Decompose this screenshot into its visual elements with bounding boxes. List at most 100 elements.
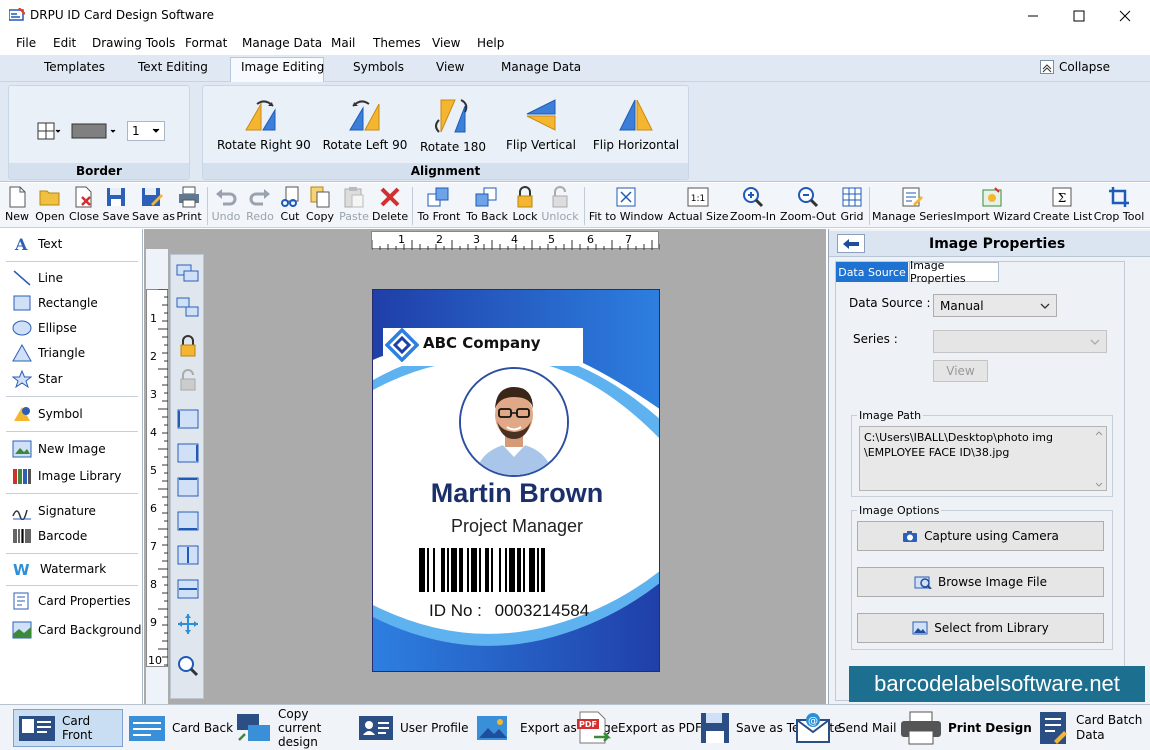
unlock-button[interactable]: Unlock [541, 186, 579, 223]
menu-file[interactable]: File [16, 36, 36, 50]
card-back-button[interactable]: Card Back [128, 709, 233, 747]
import-wizard-button[interactable]: Import Wizard [953, 186, 1031, 223]
save-as-button[interactable]: Save as [132, 186, 175, 223]
cut-button[interactable]: Cut [278, 186, 302, 223]
data-source-dropdown[interactable]: Manual [933, 294, 1057, 317]
tool-card-background[interactable]: Card Background [12, 621, 141, 639]
align-right-icon[interactable] [177, 443, 199, 463]
group-icon[interactable] [176, 263, 200, 283]
select-library-button[interactable]: Select from Library [857, 613, 1104, 643]
center-horizontal-icon[interactable] [177, 545, 199, 565]
tool-image-library[interactable]: Image Library [12, 467, 121, 485]
menu-help[interactable]: Help [477, 36, 504, 50]
employee-barcode[interactable] [419, 548, 615, 592]
tool-triangle[interactable]: Triangle [12, 344, 85, 362]
redo-button[interactable]: Redo [245, 186, 275, 223]
image-path-textbox[interactable]: C:\Users\IBALL\Desktop\photo img \EMPLOY… [859, 426, 1107, 491]
tool-new-image[interactable]: New Image [12, 440, 106, 458]
undo-button[interactable]: Undo [210, 186, 242, 223]
menu-manage-data[interactable]: Manage Data [242, 36, 322, 50]
tab-image-editing[interactable]: Image Editing [241, 60, 324, 74]
menu-edit[interactable]: Edit [53, 36, 76, 50]
menu-format[interactable]: Format [185, 36, 227, 50]
back-button[interactable] [837, 234, 865, 253]
close-window-button[interactable] [1102, 0, 1148, 31]
tool-symbol[interactable]: Symbol [12, 405, 83, 423]
tool-barcode[interactable]: Barcode [12, 527, 87, 545]
tool-text[interactable]: A Text [12, 235, 62, 253]
fit-to-window-button[interactable]: Fit to Window [587, 186, 665, 223]
border-width-dropdown[interactable]: 1 [127, 121, 165, 141]
print-button[interactable]: Print [175, 186, 203, 223]
border-color-dropdown[interactable] [71, 122, 119, 140]
tool-card-properties[interactable]: Card Properties [12, 592, 131, 610]
tab-symbols[interactable]: Symbols [353, 60, 404, 74]
export-pdf-button[interactable]: PDF Export as PDF [576, 709, 702, 747]
print-design-button[interactable]: Print Design [900, 709, 1032, 747]
lock-object-icon[interactable] [178, 335, 198, 357]
border-style-dropdown[interactable] [37, 122, 61, 140]
employee-name[interactable]: Martin Brown [373, 478, 659, 509]
zoom-in-button[interactable]: Zoom-In [730, 186, 776, 223]
magnifier-icon[interactable] [177, 655, 199, 677]
save-button[interactable]: Save [102, 186, 130, 223]
rotate-180-button[interactable]: Rotate 180 [413, 98, 493, 154]
flip-horizontal-button[interactable]: Flip Horizontal [587, 98, 685, 152]
ungroup-icon[interactable] [176, 297, 200, 317]
user-profile-button[interactable]: User Profile [358, 709, 468, 747]
tool-watermark[interactable]: W Watermark [12, 560, 106, 578]
new-button[interactable]: New [4, 186, 30, 223]
lock-button[interactable]: Lock [511, 186, 539, 223]
move-icon[interactable] [177, 613, 199, 635]
align-left-icon[interactable] [177, 409, 199, 429]
to-front-button[interactable]: To Front [416, 186, 462, 223]
tool-signature[interactable]: Signature [12, 502, 96, 520]
menu-drawing-tools[interactable]: Drawing Tools [92, 36, 175, 50]
maximize-button[interactable] [1056, 0, 1102, 31]
browse-image-button[interactable]: Browse Image File [857, 567, 1104, 597]
tab-image-properties[interactable]: Image Properties [909, 259, 999, 285]
crop-tool-button[interactable]: Crop Tool [1092, 186, 1146, 223]
capture-camera-button[interactable]: Capture using Camera [857, 521, 1104, 551]
card-front-button[interactable]: Card Front [13, 709, 123, 747]
menu-view[interactable]: View [432, 36, 460, 50]
menu-mail[interactable]: Mail [331, 36, 355, 50]
collapse-button[interactable]: Collapse [1040, 60, 1110, 74]
tool-rectangle[interactable]: Rectangle [12, 294, 98, 312]
card-batch-data-button[interactable]: Card Batch Data [1038, 709, 1150, 747]
minimize-button[interactable] [1010, 0, 1056, 31]
create-list-button[interactable]: Σ Create List [1033, 186, 1092, 223]
tab-data-source[interactable]: Data Source [836, 262, 908, 282]
send-mail-button[interactable]: @ Send Mail [796, 709, 896, 747]
series-dropdown[interactable] [933, 330, 1107, 353]
open-button[interactable]: Open [34, 186, 66, 223]
id-card-preview[interactable]: ABC Company Martin Brown Project Manager… [372, 289, 660, 672]
delete-button[interactable]: Delete [372, 186, 408, 223]
center-vertical-icon[interactable] [177, 579, 199, 599]
tab-templates[interactable]: Templates [44, 60, 105, 74]
view-button[interactable]: View [933, 360, 988, 382]
tab-text-editing[interactable]: Text Editing [138, 60, 208, 74]
actual-size-button[interactable]: 1:1 Actual Size [668, 186, 729, 223]
flip-vertical-button[interactable]: Flip Vertical [501, 98, 581, 152]
rotate-left-90-button[interactable]: Rotate Left 90 [321, 98, 409, 152]
zoom-out-button[interactable]: Zoom-Out [779, 186, 837, 223]
manage-series-button[interactable]: Manage Series [872, 186, 953, 223]
employee-photo[interactable] [459, 367, 569, 477]
close-button[interactable]: Close [68, 186, 100, 223]
grid-button[interactable]: Grid [838, 186, 866, 223]
unlock-object-icon[interactable] [178, 369, 198, 391]
paste-button[interactable]: Paste [337, 186, 371, 223]
scrollbar-icon[interactable] [1094, 429, 1104, 489]
align-top-icon[interactable] [177, 477, 199, 497]
align-bottom-icon[interactable] [177, 511, 199, 531]
to-back-button[interactable]: To Back [465, 186, 509, 223]
tool-ellipse[interactable]: Ellipse [12, 319, 77, 337]
employee-role[interactable]: Project Manager [373, 516, 659, 537]
tool-line[interactable]: Line [12, 269, 63, 287]
tab-view[interactable]: View [436, 60, 464, 74]
design-canvas-area[interactable]: 1 2 3 4 5 6 7 1 2 3 4 5 6 7 8 9 10 ABC C… [144, 229, 826, 704]
copy-design-button[interactable]: Copy current design [236, 707, 353, 749]
tab-manage-data[interactable]: Manage Data [501, 60, 581, 74]
tool-star[interactable]: Star [12, 370, 63, 388]
